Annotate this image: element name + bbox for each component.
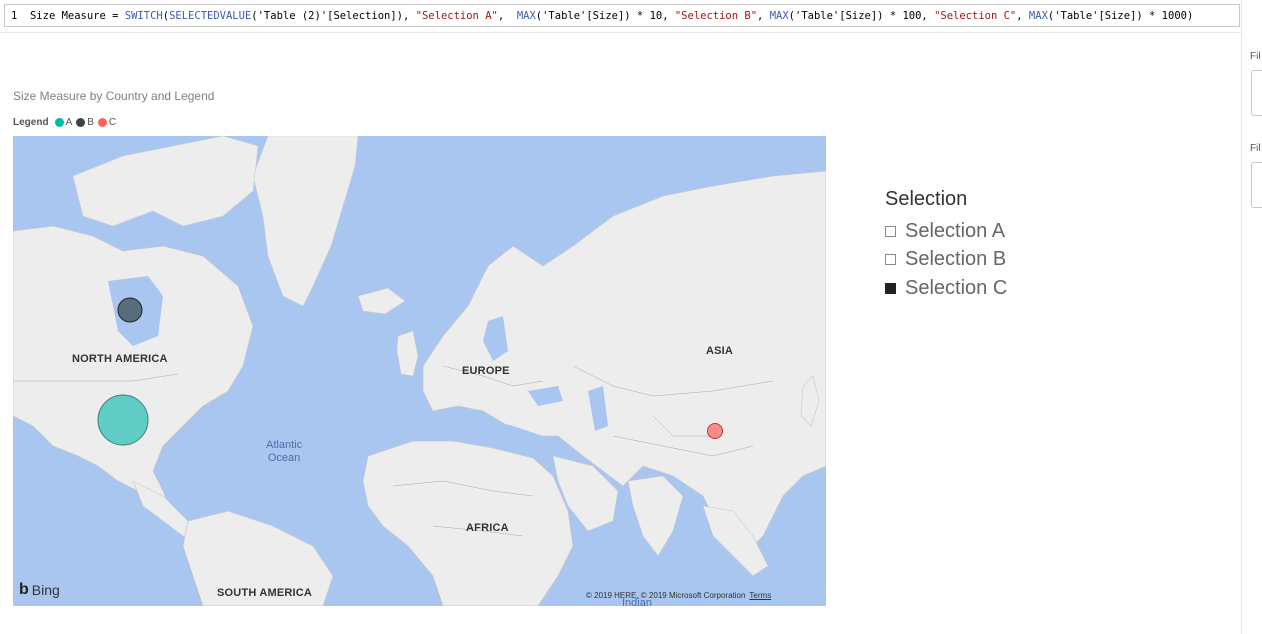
sep-1: ,: [497, 10, 517, 22]
expr-3: ('Table'[Size]) * 1000: [1047, 10, 1187, 22]
map-canvas[interactable]: NORTH AMERICA EUROPE ASIA AFRICA SOUTH A…: [13, 136, 826, 606]
slicer-item-selection-c[interactable]: Selection C: [885, 274, 1007, 303]
fn-selectedvalue: SELECTEDVALUE: [169, 10, 252, 22]
selection-slicer: Selection Selection A Selection B Select…: [885, 188, 1007, 303]
bubble-c[interactable]: [707, 423, 723, 439]
legend-dot-a: [54, 118, 64, 127]
legend-dot-c: [97, 118, 107, 127]
legend-item-b[interactable]: B: [76, 117, 94, 128]
slicer-label-a: Selection A: [905, 219, 1006, 242]
filters-label-2: Fil: [1250, 143, 1261, 154]
str-selection-c: "Selection C": [934, 10, 1017, 22]
fn-max-2: MAX: [769, 10, 789, 22]
filter-well-2[interactable]: [1251, 162, 1262, 208]
bubble-layer: [97, 297, 723, 446]
legend-item-c[interactable]: C: [97, 117, 117, 128]
map-legend: Legend A B C: [13, 117, 120, 128]
dax-formula-text: 1 Size Measure = SWITCH(SELECTEDVALUE('T…: [11, 10, 1193, 22]
checkbox-selection-c[interactable]: [885, 282, 896, 294]
legend-item-a[interactable]: A: [54, 117, 73, 128]
str-selection-b: "Selection B": [674, 10, 758, 22]
legend-label-c: C: [108, 117, 117, 128]
slicer-title: Selection: [885, 188, 968, 210]
line-number: 1: [11, 10, 18, 22]
slicer-label-c: Selection C: [905, 276, 1008, 299]
formula-operator: =: [112, 10, 119, 22]
bing-text: Bing: [31, 582, 60, 598]
paren-close: ): [1186, 10, 1194, 22]
slicer-label-b: Selection B: [905, 248, 1007, 271]
terms-link[interactable]: Terms: [749, 591, 771, 600]
slicer-item-selection-b[interactable]: Selection B: [885, 246, 1007, 275]
filters-pane: Fil Fil: [1241, 0, 1262, 634]
legend-dot-b: [76, 118, 86, 127]
fn-max-3: MAX: [1028, 10, 1048, 22]
fn-switch: SWITCH: [124, 10, 163, 22]
bubble-b[interactable]: [117, 297, 143, 323]
copyright-text: © 2019 HERE, © 2019 Microsoft Corporatio…: [586, 591, 746, 600]
filters-label-1: Fil: [1250, 51, 1261, 62]
measure-name: Size Measure: [29, 10, 106, 22]
visual-title: Size Measure by Country and Legend: [13, 89, 215, 103]
fn-max-1: MAX: [516, 10, 536, 22]
arg-table2: ('Table (2)'[Selection]),: [251, 10, 416, 22]
legend-title: Legend: [13, 117, 49, 128]
bing-icon: b: [19, 581, 29, 598]
sep-2: ,: [757, 10, 770, 22]
checkbox-selection-a[interactable]: [885, 225, 896, 237]
str-selection-a: "Selection A": [415, 10, 498, 22]
expr-1: ('Table'[Size]) * 10,: [535, 10, 675, 22]
slicer-item-selection-a[interactable]: Selection A: [885, 217, 1007, 246]
checkbox-selection-b[interactable]: [885, 254, 896, 266]
legend-label-a: A: [65, 117, 73, 128]
bing-logo: b Bing: [19, 581, 60, 599]
formula-bar: 1 Size Measure = SWITCH(SELECTEDVALUE('T…: [0, 0, 1241, 33]
legend-label-b: B: [87, 117, 94, 128]
expr-2: ('Table'[Size]) * 100,: [788, 10, 935, 22]
map-copyright: © 2019 HERE, © 2019 Microsoft Corporatio…: [586, 591, 771, 600]
filter-well-1[interactable]: [1251, 70, 1262, 116]
dax-formula-editor[interactable]: 1 Size Measure = SWITCH(SELECTEDVALUE('T…: [4, 4, 1240, 27]
sep-3: ,: [1016, 10, 1029, 22]
bubble-a[interactable]: [97, 394, 149, 446]
